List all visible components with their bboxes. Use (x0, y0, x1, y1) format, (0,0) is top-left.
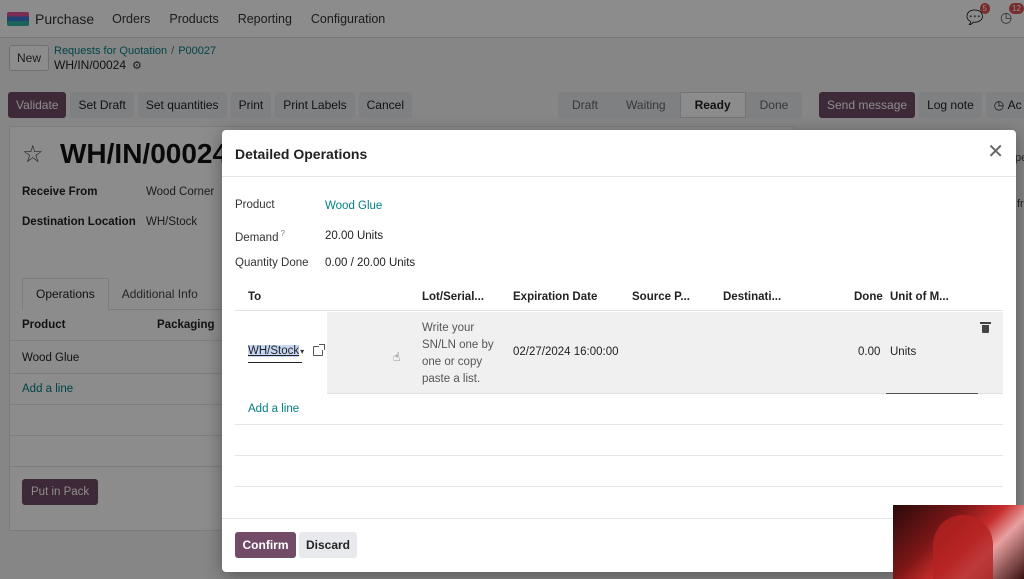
demand-label-text: Demand (235, 231, 279, 244)
modal-header: Detailed Operations ✕ (222, 130, 1016, 177)
close-icon[interactable]: ✕ (987, 142, 1004, 162)
lot-serial-input[interactable]: Write your SN/LN one by one or copy past… (422, 320, 508, 388)
column-expiration-date[interactable]: Expiration Date (513, 291, 597, 303)
add-line-link[interactable]: Add a line (248, 403, 299, 415)
webcam-person (933, 515, 993, 579)
confirm-button[interactable]: Confirm (235, 532, 296, 558)
row-divider (235, 486, 1003, 487)
help-icon[interactable]: ? (280, 229, 284, 238)
column-source-package[interactable]: Source P... (632, 291, 690, 303)
product-label: Product (235, 199, 275, 211)
to-location-value: WH/Stock (248, 345, 300, 357)
column-to[interactable]: To (248, 291, 261, 303)
demand-value: 20.00 Units (325, 230, 384, 242)
row-divider (235, 455, 1003, 456)
input-underline (886, 393, 978, 394)
operations-table-header: To Lot/Serial... Expiration Date Source … (235, 283, 1003, 311)
column-unit-of-measure[interactable]: Unit of M... (890, 291, 949, 303)
discard-button[interactable]: Discard (299, 532, 357, 558)
quantity-done-value: 0.00 / 20.00 Units (325, 257, 416, 269)
column-done[interactable]: Done (854, 291, 883, 303)
external-link-icon[interactable] (313, 344, 325, 356)
column-lot-serial[interactable]: Lot/Serial... (422, 291, 484, 303)
caret-down-icon[interactable]: ▾ (300, 347, 304, 356)
row-divider (235, 424, 1003, 425)
trash-icon[interactable] (980, 322, 991, 333)
demand-label: Demand? (235, 229, 285, 244)
quantity-done-label: Quantity Done (235, 257, 309, 269)
webcam-overlay (893, 505, 1024, 579)
expiration-date-value[interactable]: 02/27/2024 16:00:00 (513, 346, 619, 358)
table-row[interactable] (235, 312, 1003, 394)
hand-cursor-icon: ☝ (393, 350, 401, 364)
modal-title: Detailed Operations (235, 146, 368, 162)
column-destination-package[interactable]: Destinati... (723, 291, 781, 303)
product-value[interactable]: Wood Glue (325, 200, 382, 212)
input-underline (248, 362, 302, 363)
done-quantity-value[interactable]: 0.00 (858, 346, 880, 358)
to-location-input[interactable]: WH/Stock▾ (248, 345, 304, 357)
unit-of-measure-value[interactable]: Units (890, 346, 916, 358)
